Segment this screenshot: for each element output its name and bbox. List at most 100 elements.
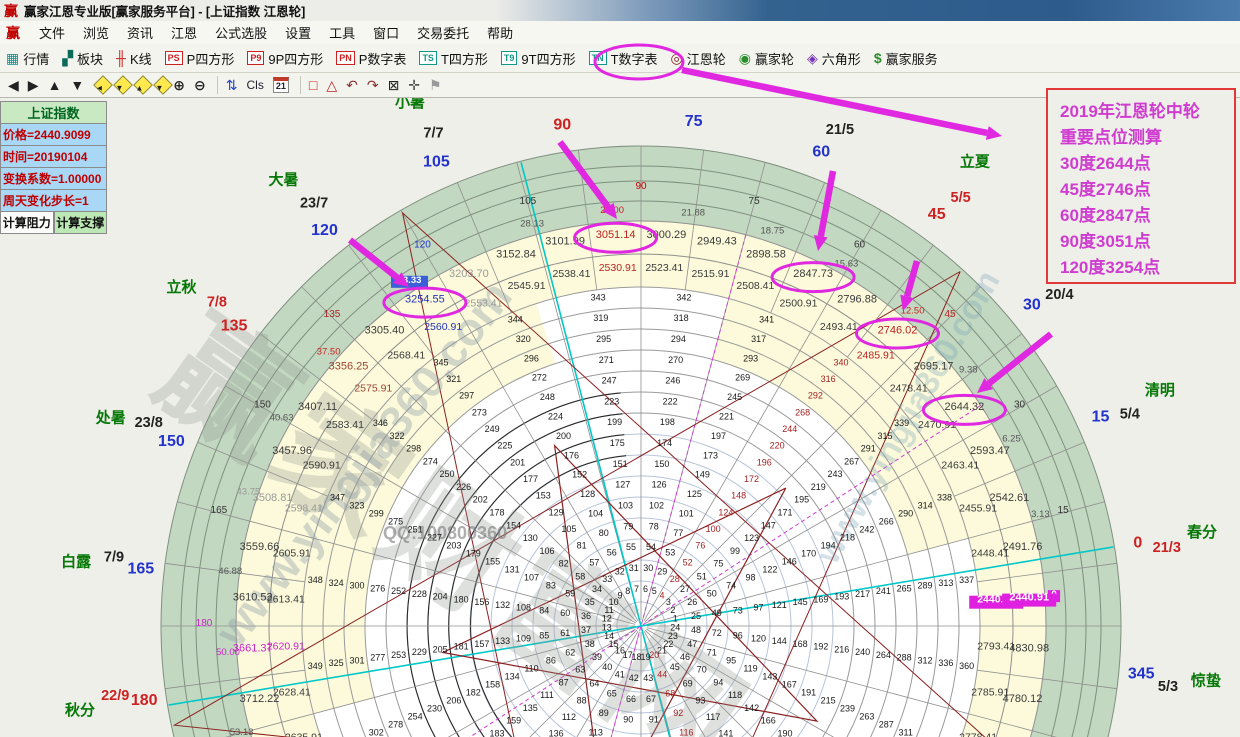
toolbar-item-t-square[interactable]: TST四方形 <box>419 49 487 68</box>
svg-text:67: 67 <box>646 694 656 704</box>
svg-text:117: 117 <box>706 712 720 722</box>
svg-text:44: 44 <box>657 669 667 679</box>
svg-text:240: 240 <box>855 647 870 657</box>
svg-text:2455.91: 2455.91 <box>959 503 997 515</box>
svg-text:2478.41: 2478.41 <box>890 382 928 394</box>
svg-text:2491.76: 2491.76 <box>1003 541 1043 553</box>
svg-text:23/8: 23/8 <box>135 415 163 431</box>
menu-item-2[interactable]: 浏览 <box>74 21 118 44</box>
svg-text:2635.91: 2635.91 <box>285 731 323 737</box>
pan-down-alt-button[interactable]: ▼ <box>153 75 173 95</box>
pan-down-button[interactable]: ▼ <box>113 75 133 95</box>
svg-text:178: 178 <box>489 508 504 518</box>
toolbar-item-quotes-table[interactable]: ▦行情 <box>6 49 49 68</box>
toolbar-item-gann-wheel[interactable]: ◎江恩轮 <box>671 49 726 68</box>
toolbar-item-winner-wheel[interactable]: ◉赢家轮 <box>739 49 794 68</box>
toolbar-item-label: 行情 <box>23 49 49 68</box>
toolbar-item-p-number-table[interactable]: PNP数字表 <box>336 49 406 68</box>
svg-text:130: 130 <box>523 533 538 543</box>
chart-area[interactable]: 赢家财富网www.yingjia360.comwww.yingjia360.co… <box>0 98 1240 737</box>
nav-down-button[interactable]: ▼ <box>70 75 84 95</box>
pan-left-button[interactable]: ◄ <box>93 75 113 95</box>
svg-text:298: 298 <box>406 444 421 454</box>
svg-text:38: 38 <box>585 639 595 649</box>
menu-item-7[interactable]: 工具 <box>320 21 364 44</box>
svg-text:90: 90 <box>623 715 633 725</box>
svg-text:266: 266 <box>879 516 894 526</box>
zoom-in-icon[interactable]: ⊕ <box>173 75 185 95</box>
svg-text:42: 42 <box>629 673 639 683</box>
cls-button[interactable]: Cls <box>246 75 263 95</box>
svg-text:39: 39 <box>592 652 602 662</box>
svg-text:274: 274 <box>423 456 438 466</box>
winner-wheel-icon: ◉ <box>739 50 751 67</box>
svg-text:2470.91: 2470.91 <box>918 419 956 431</box>
calendar-button[interactable]: 21 <box>273 77 289 93</box>
menu-item-8[interactable]: 窗口 <box>364 21 408 44</box>
toolbar-item-p-square[interactable]: PSP四方形 <box>165 49 235 68</box>
clear-box-button[interactable]: ⊠ <box>388 75 400 95</box>
svg-text:348: 348 <box>308 575 323 585</box>
rotate-cw-button[interactable]: ↷ <box>367 75 379 95</box>
svg-text:228: 228 <box>412 589 427 599</box>
svg-text:5/4: 5/4 <box>1120 407 1140 423</box>
annotation-line-1: 2019年江恩轮中轮 <box>1060 99 1230 125</box>
svg-text:87: 87 <box>559 677 569 687</box>
svg-text:116: 116 <box>679 728 693 737</box>
axis-scale-button[interactable]: ⇅ <box>226 75 238 95</box>
svg-text:2847.73: 2847.73 <box>793 268 833 280</box>
svg-text:323: 323 <box>349 500 364 510</box>
zoom-out-icon[interactable]: ⊖ <box>194 75 206 95</box>
t-number-table-icon: TN <box>589 51 607 65</box>
menu-item-1[interactable]: 文件 <box>30 21 74 44</box>
svg-text:105: 105 <box>561 524 576 534</box>
toolbar-item-p9-square[interactable]: P99P四方形 <box>247 49 323 68</box>
svg-text:83: 83 <box>546 581 556 591</box>
toolbar-item-t9-square[interactable]: T99T四方形 <box>501 49 576 68</box>
svg-text:32: 32 <box>615 567 625 577</box>
toolbar-item-sectors[interactable]: ▞板块 <box>62 49 103 68</box>
svg-text:345: 345 <box>433 357 448 367</box>
svg-text:31: 31 <box>629 563 639 573</box>
svg-text:7: 7 <box>634 584 639 594</box>
svg-text:336: 336 <box>938 658 953 668</box>
svg-text:242: 242 <box>859 524 874 534</box>
svg-text:22/9: 22/9 <box>101 688 129 704</box>
svg-text:249: 249 <box>485 424 500 434</box>
svg-text:23: 23 <box>668 631 678 641</box>
svg-text:25.00: 25.00 <box>600 205 624 216</box>
svg-text:2530.91: 2530.91 <box>599 262 637 274</box>
svg-text:49: 49 <box>712 608 722 618</box>
toolbar-item-hexagon[interactable]: ◈六角形 <box>807 49 861 68</box>
menu-item-10[interactable]: 帮助 <box>478 21 522 44</box>
menu-item-5[interactable]: 公式选股 <box>206 21 276 44</box>
triangle-tool-button[interactable]: △ <box>326 75 337 95</box>
menu-item-4[interactable]: 江恩 <box>162 21 206 44</box>
toolbar-item-label: 六角形 <box>822 49 861 68</box>
rect-tool-button[interactable]: □ <box>309 75 317 95</box>
svg-text:白露: 白露 <box>61 553 92 571</box>
svg-text:301: 301 <box>349 655 364 665</box>
flag-tool-button[interactable]: ⚑ <box>429 75 442 95</box>
rotate-ccw-button[interactable]: ↶ <box>346 75 358 95</box>
svg-text:203: 203 <box>446 541 461 551</box>
fit-button[interactable]: ✛ <box>408 75 420 95</box>
toolbar-item-t-number-table[interactable]: TN T数字表 <box>589 49 658 68</box>
toolbar-item-winner-service[interactable]: $赢家服务 <box>874 49 938 68</box>
nav-up-button[interactable]: ▲ <box>48 75 62 95</box>
menu-item-3[interactable]: 资讯 <box>118 21 162 44</box>
nav-next-button[interactable]: ▶ <box>28 75 39 95</box>
pan-up-button[interactable]: ▲ <box>133 75 153 95</box>
svg-text:30: 30 <box>1023 297 1041 314</box>
calc-support-button[interactable]: 计算支撑 <box>54 212 108 234</box>
nav-prev-button[interactable]: ◀ <box>8 75 19 95</box>
toolbar-item-kline[interactable]: ╫K线 <box>116 49 152 68</box>
menu-item-6[interactable]: 设置 <box>276 21 320 44</box>
svg-text:2778.41: 2778.41 <box>959 731 997 737</box>
menu-item-9[interactable]: 交易委托 <box>408 21 478 44</box>
calc-resistance-button[interactable]: 计算阻力 <box>0 212 54 234</box>
svg-text:119: 119 <box>743 663 757 673</box>
svg-text:43: 43 <box>643 673 653 683</box>
svg-text:202: 202 <box>473 495 488 505</box>
toolbar-item-label: T数字表 <box>611 49 658 68</box>
